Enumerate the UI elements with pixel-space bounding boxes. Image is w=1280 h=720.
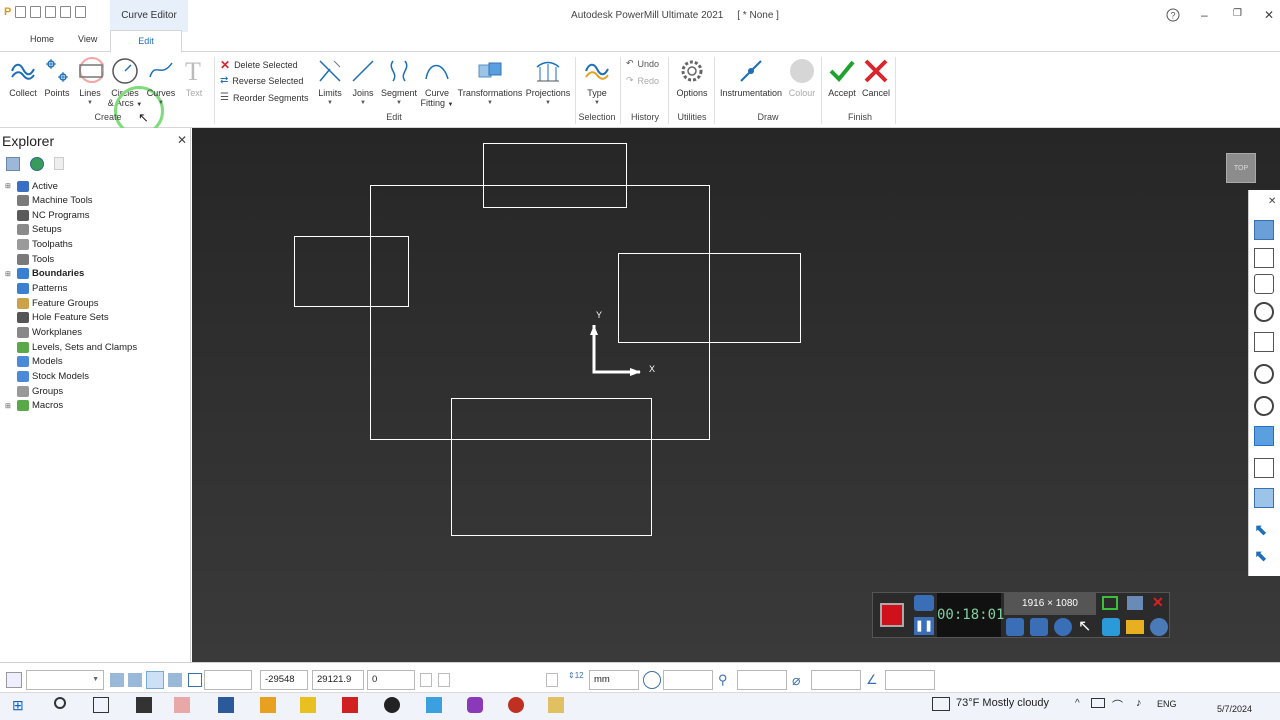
curve-rect-bottom[interactable] bbox=[451, 398, 652, 536]
view-iso-icon[interactable] bbox=[1254, 248, 1274, 268]
view-cube-icon[interactable] bbox=[1254, 274, 1274, 294]
network-icon[interactable]: ⌒ bbox=[1112, 697, 1123, 713]
weather-text[interactable]: 73°F Mostly cloudy bbox=[956, 697, 1049, 709]
pause-icon[interactable]: ❚❚ bbox=[914, 617, 934, 635]
target-icon[interactable] bbox=[643, 671, 661, 689]
zoom-icon[interactable] bbox=[1254, 302, 1274, 322]
doc-icon[interactable] bbox=[546, 673, 558, 687]
x-coordinate-field[interactable]: -29548 bbox=[260, 670, 308, 690]
widgets-icon[interactable] bbox=[932, 697, 950, 711]
plain-shaded-icon[interactable] bbox=[1254, 488, 1274, 508]
diameter-field[interactable] bbox=[811, 670, 861, 690]
lock-icon[interactable] bbox=[420, 673, 432, 687]
curve-rect-large[interactable] bbox=[370, 185, 710, 440]
camera-icon[interactable] bbox=[914, 595, 934, 611]
taskbar-date[interactable]: 5/7/2024 bbox=[1217, 704, 1252, 714]
recording-resolution: 1916 × 1080 bbox=[1004, 593, 1096, 615]
tray-chevron-icon[interactable]: ^ bbox=[1075, 698, 1080, 709]
webcam-icon[interactable] bbox=[1054, 618, 1072, 636]
axis-triad-icon bbox=[590, 325, 641, 376]
snap-icon[interactable] bbox=[110, 673, 124, 687]
zoom-box-icon[interactable] bbox=[1254, 364, 1274, 384]
app-icon-4[interactable] bbox=[426, 697, 442, 713]
task-view-icon[interactable] bbox=[93, 697, 109, 713]
view-cube[interactable]: TOP bbox=[1226, 153, 1256, 183]
workplane-icon[interactable] bbox=[6, 672, 22, 688]
select-arrow-icon[interactable]: ⬉ bbox=[1254, 520, 1274, 540]
speaker-icon[interactable] bbox=[1006, 618, 1024, 636]
cursor-icon[interactable]: ↖ bbox=[1078, 616, 1091, 636]
app-icon-1[interactable] bbox=[174, 697, 190, 713]
view-shaded-icon[interactable] bbox=[1254, 220, 1274, 240]
axis-x-label: X bbox=[649, 364, 656, 374]
xbox-icon[interactable] bbox=[384, 697, 400, 713]
snap-extra-icon[interactable] bbox=[168, 673, 182, 687]
curve-rect-top[interactable] bbox=[483, 143, 627, 208]
recording-timer: 00:18:01 bbox=[937, 593, 1004, 637]
volume-icon[interactable]: ♪ bbox=[1136, 697, 1142, 709]
pen-icon[interactable] bbox=[1102, 618, 1120, 636]
axis-y-label: Y bbox=[596, 310, 603, 320]
windows-start-icon[interactable]: ⊞ bbox=[12, 697, 28, 713]
record-stop-button[interactable] bbox=[880, 603, 904, 627]
app-icon-5[interactable] bbox=[467, 697, 483, 713]
grid-field[interactable] bbox=[204, 670, 252, 690]
link-icon[interactable] bbox=[438, 673, 450, 687]
minimize-recorder-icon[interactable] bbox=[1127, 596, 1143, 610]
snap-active-icon[interactable] bbox=[146, 671, 164, 689]
zoom-to-fit-icon[interactable] bbox=[1254, 332, 1274, 352]
tolerance-field[interactable] bbox=[663, 670, 713, 690]
shaded-solid-icon[interactable] bbox=[1254, 426, 1274, 446]
view-toolbar-close-icon[interactable]: ✕ bbox=[1268, 196, 1276, 207]
language-indicator[interactable]: ENG bbox=[1157, 699, 1177, 709]
microphone-icon[interactable] bbox=[1030, 618, 1048, 636]
close-recorder-icon[interactable]: ✕ bbox=[1152, 594, 1164, 611]
angle-icon[interactable]: ∠ bbox=[866, 672, 882, 688]
windows-taskbar bbox=[0, 692, 1280, 720]
units-field[interactable]: mm bbox=[589, 670, 639, 690]
file-explorer-icon[interactable] bbox=[300, 697, 316, 713]
folder-icon[interactable] bbox=[1126, 620, 1144, 634]
z-coordinate-field[interactable]: 0 bbox=[367, 670, 415, 690]
curve-rect-left[interactable] bbox=[294, 236, 409, 307]
zoom-out-icon[interactable] bbox=[1254, 396, 1274, 416]
diameter-icon[interactable]: ⌀ bbox=[792, 672, 808, 688]
app-icon-7[interactable] bbox=[548, 697, 564, 713]
app-icon-6[interactable] bbox=[508, 697, 524, 713]
scale-icon[interactable]: ⇕12 bbox=[568, 671, 586, 689]
workplane-select[interactable]: ▼ bbox=[26, 670, 104, 690]
tool-field[interactable] bbox=[737, 670, 787, 690]
settings-gear-icon[interactable] bbox=[1150, 618, 1168, 636]
angle-field[interactable] bbox=[885, 670, 935, 690]
wireframe-icon[interactable] bbox=[1254, 458, 1274, 478]
powermill-taskbar-icon[interactable] bbox=[260, 697, 276, 713]
app-icon-2[interactable] bbox=[218, 697, 234, 713]
select-arrow-alt-icon[interactable]: ⬉ bbox=[1254, 546, 1274, 566]
mail-icon[interactable] bbox=[136, 697, 152, 713]
y-coordinate-field[interactable]: 29121.9 bbox=[312, 670, 364, 690]
grid-icon[interactable] bbox=[188, 673, 202, 687]
region-icon[interactable] bbox=[1102, 596, 1118, 610]
battery-icon[interactable] bbox=[1091, 698, 1105, 708]
app-icon-3[interactable] bbox=[342, 697, 358, 713]
search-icon[interactable] bbox=[54, 697, 66, 709]
tool-icon[interactable]: ⚲ bbox=[718, 672, 734, 688]
workplane-dropdown-icon: ▼ bbox=[92, 676, 99, 683]
snap-mode-icon[interactable] bbox=[128, 673, 142, 687]
